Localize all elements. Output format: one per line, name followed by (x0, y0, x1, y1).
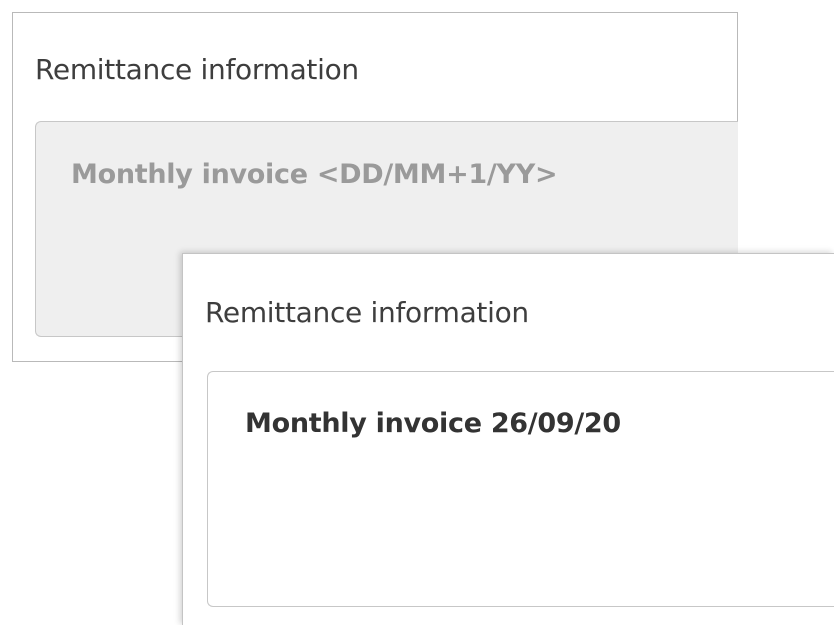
remittance-result-field[interactable]: Monthly invoice 26/09/20 (207, 371, 834, 607)
remittance-template-label: Remittance information (35, 53, 359, 86)
remittance-result-value: Monthly invoice 26/09/20 (245, 408, 621, 439)
remittance-result-panel: Remittance information Monthly invoice 2… (182, 253, 834, 625)
remittance-template-value: Monthly invoice <DD/MM+1/YY> (71, 159, 558, 190)
remittance-result-label: Remittance information (205, 296, 529, 329)
